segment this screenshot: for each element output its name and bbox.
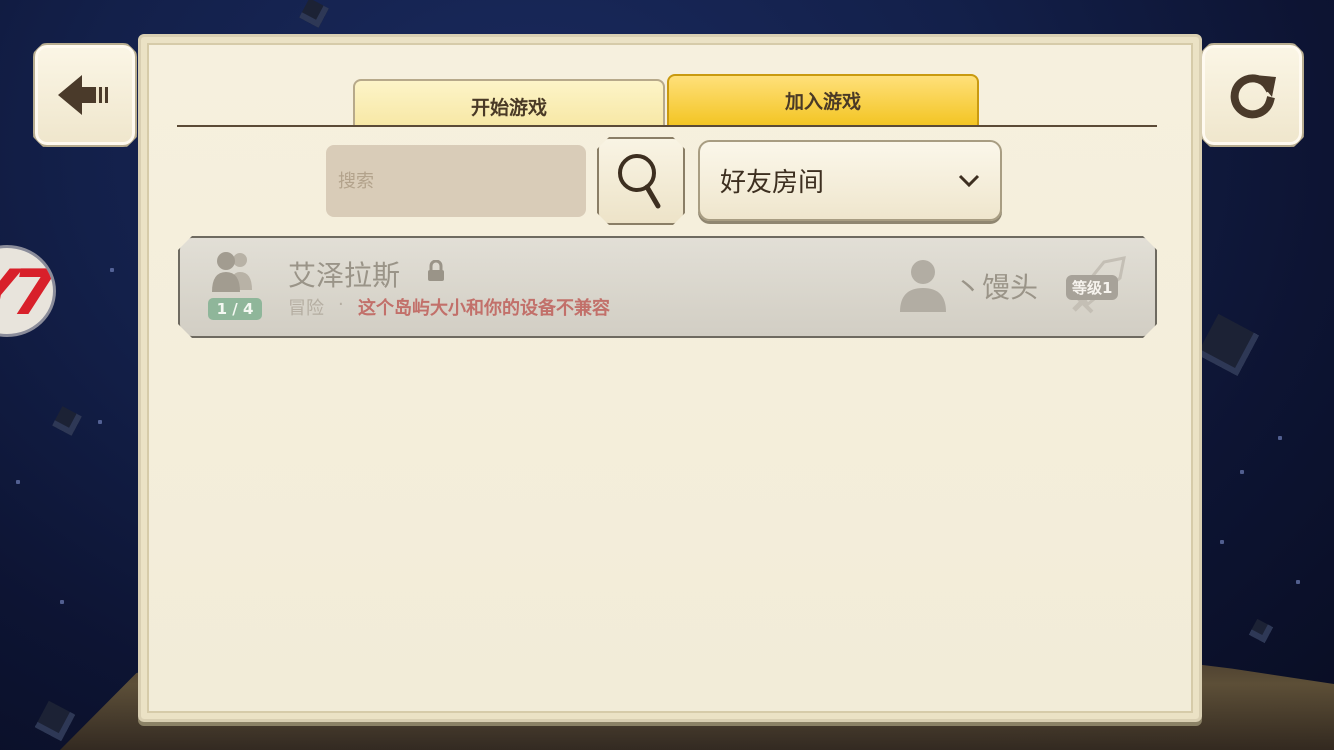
room-list-item[interactable]: 1 / 4 艾泽拉斯 冒险 · 这个岛屿大小和你的设备不兼容 丶馒头 等级1 (178, 236, 1157, 338)
tab-join-game-label: 加入游戏 (784, 91, 861, 113)
players-icon (208, 250, 256, 294)
room-separator: · (338, 294, 344, 315)
y7-logo-text: Y7 (0, 256, 53, 329)
search-button[interactable] (597, 137, 685, 225)
host-avatar-icon (900, 258, 946, 312)
room-incompatible-warning: 这个岛屿大小和你的设备不兼容 (358, 298, 610, 319)
room-filter-dropdown[interactable]: 好友房间 (698, 140, 1002, 221)
tab-start-game-label: 开始游戏 (470, 96, 547, 119)
back-button[interactable] (33, 43, 137, 147)
floating-block (52, 406, 82, 436)
room-name: 艾泽拉斯 (288, 259, 401, 292)
tab-start-game[interactable]: 开始游戏 (353, 79, 665, 125)
room-mode: 冒险 (288, 298, 324, 319)
y7-logo[interactable]: Y7 (0, 245, 56, 337)
floating-block (34, 700, 76, 742)
level-badge: 等级1 (1066, 275, 1118, 300)
refresh-button[interactable] (1200, 43, 1304, 147)
search-icon (616, 152, 666, 210)
lock-icon (426, 260, 446, 282)
player-count-badge: 1 / 4 (208, 298, 262, 320)
room-filter-selected: 好友房间 (720, 168, 825, 198)
floating-block (1196, 313, 1260, 377)
floating-block (1248, 618, 1274, 644)
tab-divider (177, 125, 1157, 127)
search-input[interactable] (326, 145, 586, 217)
chevron-down-icon (958, 174, 980, 187)
host-name: 丶馒头 (954, 271, 1039, 304)
floating-block (299, 0, 329, 28)
refresh-icon (1224, 67, 1280, 123)
tab-join-game[interactable]: 加入游戏 (667, 74, 979, 125)
arrow-left-icon (56, 71, 114, 119)
